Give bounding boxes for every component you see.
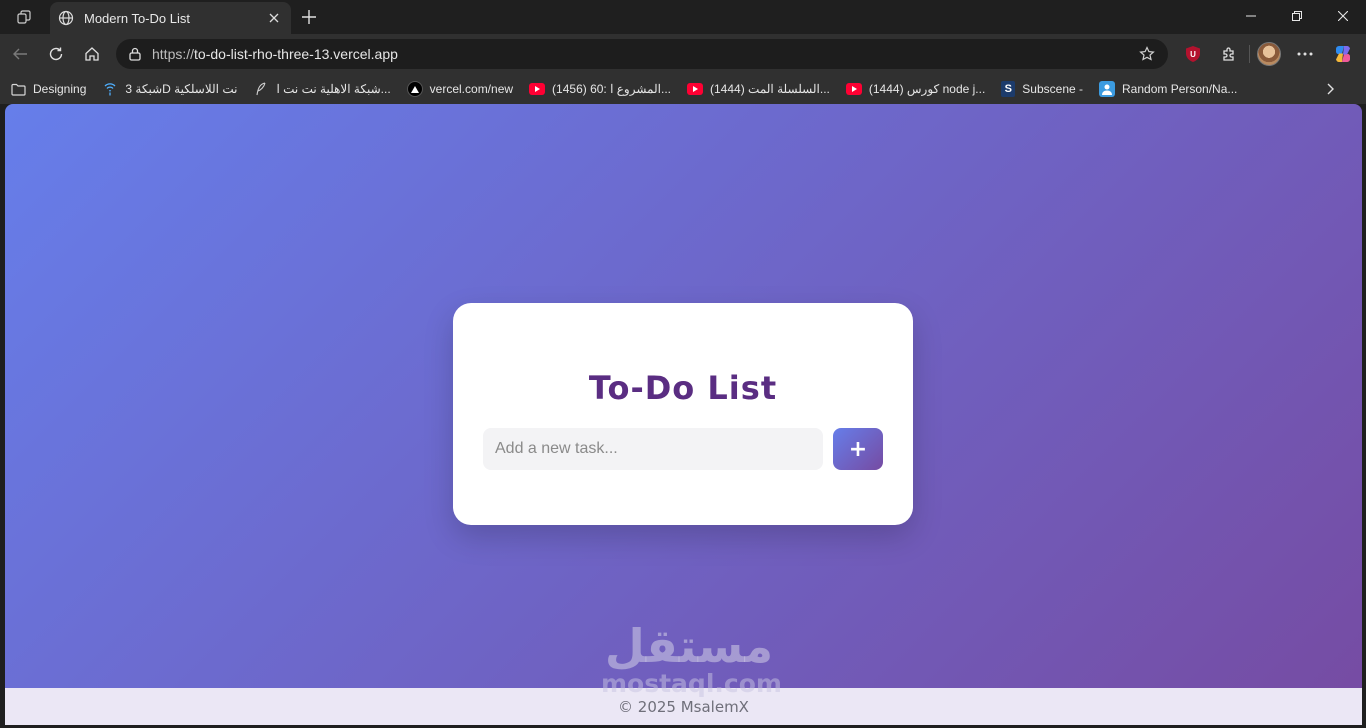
bookmark-youtube-1[interactable]: (1456) 60: المشروع ا... — [529, 78, 671, 100]
browser-toolbar: https://to-do-list-rho-three-13.vercel.a… — [0, 34, 1366, 74]
new-tab-button[interactable] — [298, 6, 320, 28]
back-arrow-icon[interactable] — [6, 40, 34, 68]
page-title: To-Do List — [588, 369, 778, 407]
bookmark-label: Subscene - — [1022, 82, 1083, 96]
page-viewport: To-Do List + © 2025 MsalemX مستقل mostaq… — [5, 104, 1362, 725]
minimize-icon[interactable] — [1228, 0, 1274, 32]
home-icon[interactable] — [78, 40, 106, 68]
bookmark-label: (1444) كورس node j... — [868, 82, 986, 96]
copilot-icon[interactable] — [1330, 41, 1356, 67]
bookmark-label: (1444) السلسلة المت... — [710, 82, 830, 96]
restore-icon[interactable] — [1274, 0, 1320, 32]
more-menu-icon[interactable] — [1292, 41, 1318, 67]
globe-icon — [58, 10, 74, 26]
footer: © 2025 MsalemX — [5, 688, 1362, 725]
address-bar[interactable]: https://to-do-list-rho-three-13.vercel.a… — [116, 39, 1168, 69]
youtube-icon — [845, 83, 862, 95]
svg-text:U: U — [1190, 50, 1196, 59]
bookmark-random-person[interactable]: Random Person/Na... — [1099, 78, 1237, 100]
close-window-icon[interactable] — [1320, 0, 1366, 32]
bookmark-label: (1456) 60: المشروع ا... — [552, 82, 671, 96]
wifi-icon — [102, 81, 118, 97]
bookmark-star-icon[interactable] — [1136, 43, 1158, 65]
workspaces-icon[interactable] — [8, 5, 40, 29]
bookmark-vercel[interactable]: vercel.com/new — [406, 78, 514, 100]
feather-icon — [253, 81, 269, 97]
bookmark-label: شبكة الاهلية نت نت ا... — [276, 82, 391, 96]
bookmark-label: شبكة 3D نت اللاسلكية — [125, 82, 238, 96]
watermark-arabic: مستقل — [604, 619, 774, 673]
bookmark-label: Designing — [33, 82, 87, 96]
tab-strip: Modern To-Do List — [0, 0, 1366, 34]
bookmark-label: vercel.com/new — [429, 82, 514, 96]
bookmark-subscene[interactable]: S Subscene - — [1001, 78, 1083, 100]
subscene-icon: S — [1001, 81, 1016, 97]
profile-avatar[interactable] — [1256, 41, 1282, 67]
bookmark-label: Random Person/Na... — [1122, 82, 1238, 96]
vercel-icon — [406, 81, 423, 97]
todo-card: To-Do List + — [453, 303, 913, 525]
close-tab-icon[interactable] — [265, 9, 283, 27]
bookmark-ahlia-network[interactable]: شبكة الاهلية نت نت ا... — [253, 78, 391, 100]
folder-icon — [10, 81, 26, 97]
toolbar-separator — [1249, 45, 1250, 63]
url-text: https://to-do-list-rho-three-13.vercel.a… — [152, 46, 398, 62]
new-task-input[interactable] — [483, 428, 823, 470]
ublock-shield-icon[interactable]: U — [1180, 41, 1206, 67]
add-task-button[interactable]: + — [833, 428, 883, 470]
person-icon — [1099, 81, 1115, 97]
tab-active[interactable]: Modern To-Do List — [50, 2, 291, 34]
bookmark-designing[interactable]: Designing — [10, 78, 86, 100]
chevron-right-icon[interactable] — [1322, 81, 1338, 97]
reload-icon[interactable] — [42, 40, 70, 68]
tab-title: Modern To-Do List — [84, 10, 190, 26]
extensions-icon[interactable] — [1216, 41, 1242, 67]
bookmark-youtube-3[interactable]: (1444) كورس node j... — [845, 78, 986, 100]
bookmark-youtube-2[interactable]: (1444) السلسلة المت... — [687, 78, 830, 100]
bookmarks-bar: Designing شبكة 3D نت اللاسلكية شبكة الاه… — [0, 74, 1366, 104]
bookmark-wifi-network[interactable]: شبكة 3D نت اللاسلكية — [102, 78, 237, 100]
youtube-icon — [687, 83, 703, 95]
lock-icon[interactable] — [126, 45, 144, 63]
youtube-icon — [529, 83, 546, 95]
